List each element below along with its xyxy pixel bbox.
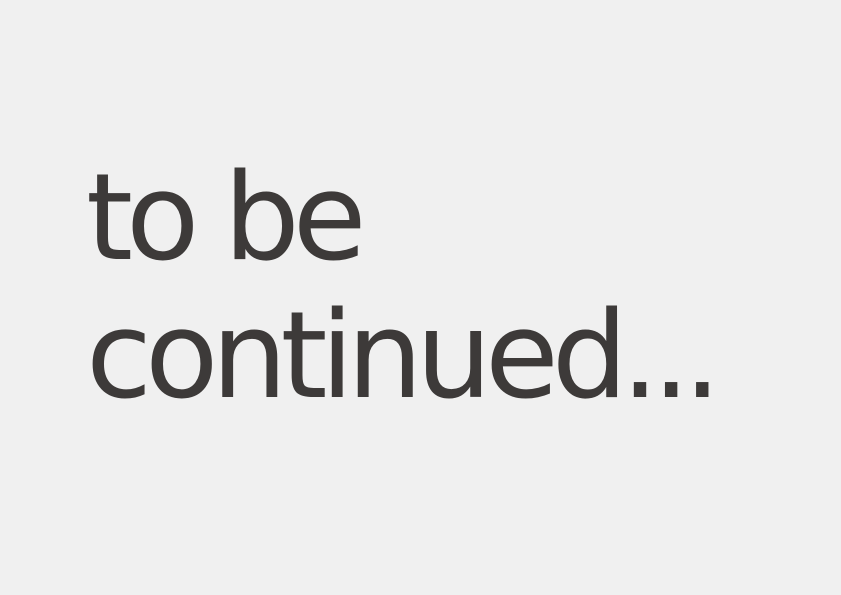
closing-message-line-2: continued... <box>86 287 721 426</box>
closing-message: to be continued... <box>86 149 721 426</box>
end-slide: to be continued... <box>0 0 841 595</box>
closing-message-line-1: to be <box>86 149 367 288</box>
